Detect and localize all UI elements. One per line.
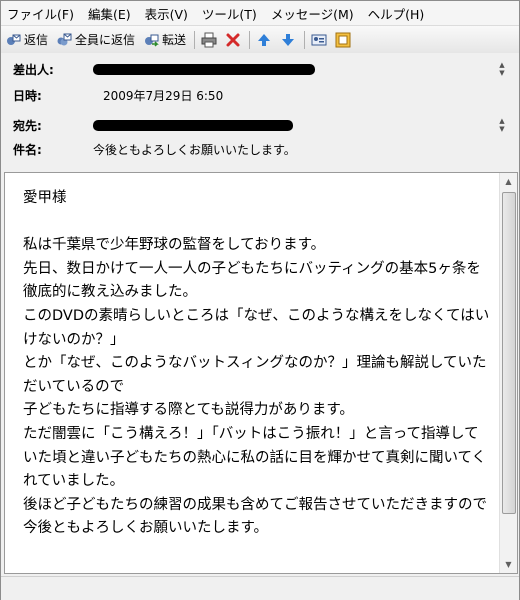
next-button[interactable] <box>280 29 296 51</box>
reply-button[interactable]: 返信 <box>5 29 48 51</box>
toolbar-separator <box>194 30 196 49</box>
message-body-text: 愛甲様 私は千葉県で少年野球の監督をしております。 先日、数日かけて一人一人の子… <box>23 190 490 537</box>
reply-label: 返信 <box>24 33 49 47</box>
message-header: 差出人: ▲ ▼ 日時: 2009年7月29日 6:50 宛先: ▲ ▼ 件名: 今… <box>1 53 519 165</box>
menu-edit[interactable]: 編集(E) <box>88 4 131 23</box>
menu-tools[interactable]: ツール(T) <box>202 4 257 23</box>
to-label: 宛先: <box>13 118 42 133</box>
reply-icon <box>5 32 21 48</box>
to-spin-buttons[interactable]: ▲ ▼ <box>497 117 507 133</box>
message-body-pane[interactable]: 愛甲様 私は千葉県で少年野球の監督をしております。 先日、数日かけて一人一人の子… <box>4 172 518 574</box>
addresses-button[interactable] <box>311 29 327 51</box>
menu-file[interactable]: ファイル(F) <box>7 4 74 23</box>
mail-window: ファイル(F) 編集(E) 表示(V) ツール(T) メッセージ(M) ヘルプ(… <box>0 0 520 600</box>
scrollbar-thumb[interactable] <box>502 192 516 514</box>
reply-all-label: 全員に返信 <box>75 33 136 47</box>
delete-button[interactable] <box>225 29 241 51</box>
toolbar-separator <box>249 30 251 49</box>
to-row: 宛先: <box>13 115 293 135</box>
find-button[interactable] <box>335 29 351 51</box>
scroll-down-arrow-icon[interactable]: ▼ <box>500 556 517 573</box>
subject-label: 件名: <box>13 142 42 157</box>
delete-x-icon <box>225 32 241 48</box>
menu-view[interactable]: 表示(V) <box>145 4 188 23</box>
date-row: 日時: 2009年7月29日 6:50 <box>13 85 223 105</box>
forward-button[interactable]: 転送 <box>143 29 186 51</box>
from-label: 差出人: <box>13 62 54 77</box>
menu-bar: ファイル(F) 編集(E) 表示(V) ツール(T) メッセージ(M) ヘルプ(… <box>1 1 519 26</box>
arrow-up-icon <box>256 32 272 48</box>
address-card-icon <box>311 32 327 48</box>
reply-all-button[interactable]: 全員に返信 <box>56 29 135 51</box>
print-icon <box>201 32 217 48</box>
vertical-scrollbar[interactable]: ▲ ▼ <box>499 173 517 573</box>
from-redacted <box>93 63 315 75</box>
arrow-down-icon <box>280 32 296 48</box>
scroll-up-arrow-icon[interactable]: ▲ <box>500 173 517 190</box>
subject-value: 今後ともよろしくお願いいたします。 <box>93 142 296 157</box>
date-value: 2009年7月29日 6:50 <box>103 88 224 103</box>
subject-row: 件名: 今後ともよろしくお願いいたします。 <box>13 139 296 159</box>
from-row: 差出人: <box>13 59 315 79</box>
status-bar <box>1 576 519 600</box>
reply-all-icon <box>56 32 72 48</box>
menu-message[interactable]: メッセージ(M) <box>271 4 354 23</box>
forward-label: 転送 <box>162 33 187 47</box>
previous-button[interactable] <box>256 29 272 51</box>
menu-help[interactable]: ヘルプ(H) <box>368 4 425 23</box>
toolbar: 返信 全員に返信 転送 <box>1 26 519 54</box>
find-icon <box>335 32 351 48</box>
date-label: 日時: <box>13 88 42 103</box>
print-button[interactable] <box>201 29 217 51</box>
to-redacted <box>93 119 293 131</box>
from-spin-buttons[interactable]: ▲ ▼ <box>497 61 507 77</box>
forward-icon <box>143 32 159 48</box>
toolbar-separator <box>304 30 306 49</box>
